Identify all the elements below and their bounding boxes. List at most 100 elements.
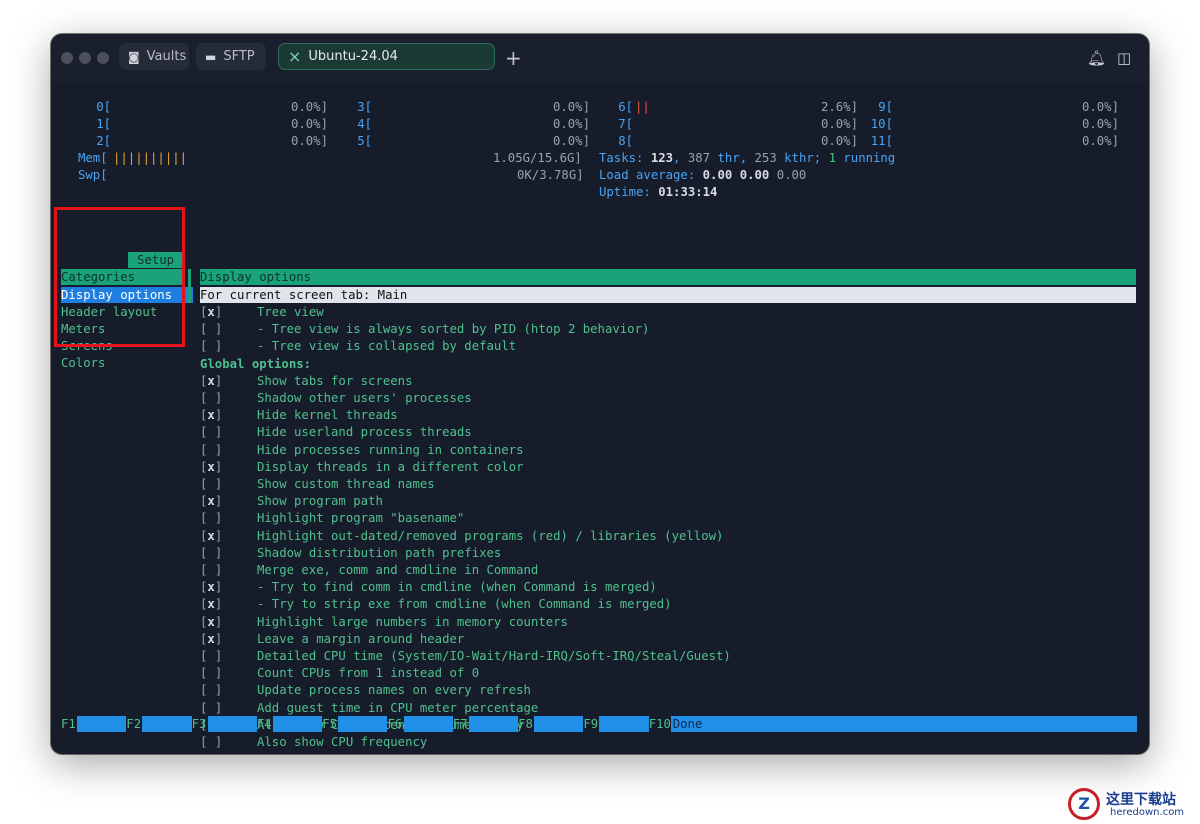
function-key-label[interactable] [534, 716, 584, 732]
option-row[interactable]: [x] Highlight large numbers in memory cou… [200, 614, 568, 631]
function-key-f10[interactable]: F10 [649, 716, 671, 732]
option-row[interactable]: [ ] Update process names on every refresh [200, 682, 531, 699]
option-row[interactable]: [ ] Also show CPU frequency [200, 734, 427, 751]
checkbox-unchecked[interactable]: [ ] [200, 649, 222, 663]
option-label: Show program path [257, 494, 383, 509]
cpu-meter-percent: 0.0%] [1081, 134, 1119, 148]
close-tab-icon[interactable]: × [288, 47, 301, 66]
checkbox-checked[interactable]: [x] [200, 597, 222, 611]
function-key-f8[interactable]: F8 [518, 716, 533, 732]
option-label: Merge exe, comm and cmdline in Command [257, 563, 539, 577]
uptime-line: Uptime: 01:33:14 [599, 184, 717, 201]
function-key-f1[interactable]: F1 [61, 716, 76, 732]
new-tab-button[interactable]: + [505, 46, 522, 70]
option-row[interactable]: [ ] Add guest time in CPU meter percentag… [200, 700, 538, 717]
checkbox-unchecked[interactable]: [ ] [200, 683, 222, 697]
option-row[interactable]: [x] - Try to strip exe from cmdline (when… [200, 596, 672, 613]
function-key-label[interactable] [599, 716, 649, 732]
function-key-label[interactable] [468, 716, 519, 732]
function-key-label[interactable] [338, 716, 388, 732]
checkbox-unchecked[interactable]: [ ] [200, 701, 222, 715]
mem-value: 1.05G/15.6G] [493, 151, 582, 165]
option-row[interactable]: [ ] - Tree view is always sorted by PID (… [200, 321, 649, 338]
checkbox-checked[interactable]: [x] [200, 374, 222, 388]
option-label: Highlight out-dated/removed programs (re… [257, 528, 724, 543]
checkbox-unchecked[interactable]: [ ] [200, 563, 222, 577]
option-label: Tree view [257, 305, 324, 319]
category-colors[interactable]: Colors [61, 355, 105, 372]
cpu-meter-label: 3[ [357, 100, 372, 114]
function-key-f2[interactable]: F2 [126, 716, 141, 732]
option-row[interactable]: [x] Tree view [200, 304, 324, 321]
checkbox-unchecked[interactable]: [ ] [200, 425, 222, 439]
checkbox-checked[interactable]: [x] [200, 615, 222, 629]
option-row[interactable]: [x] Show tabs for screens [200, 373, 412, 390]
function-key-label[interactable] [207, 716, 257, 732]
option-row[interactable]: [ ] Shadow distribution path prefixes [200, 545, 501, 562]
minimize-window-button[interactable] [79, 52, 91, 64]
option-row[interactable]: [ ] Hide processes running in containers [200, 442, 524, 459]
option-label: Update process names on every refresh [257, 683, 531, 698]
option-row[interactable]: [x] Display threads in a different color [200, 459, 524, 476]
tab-ubuntu[interactable]: × Ubuntu-24.04 [278, 43, 495, 70]
checkbox-unchecked[interactable]: [ ] [200, 546, 222, 560]
option-row[interactable]: [ ] - Tree view is collapsed by default [200, 338, 516, 355]
function-key-f6[interactable]: F6 [388, 716, 403, 732]
checkbox-checked[interactable]: [x] [200, 305, 222, 319]
option-row[interactable]: [x] Leave a margin around header [200, 631, 464, 648]
terminal-area[interactable]: 0[0.0%] 1[0.0%] 2[0.0%] 3[0.0%] 4[0.0%] 5[0.0… [51, 82, 1149, 754]
checkbox-unchecked[interactable]: [ ] [200, 391, 222, 405]
close-window-button[interactable] [61, 52, 73, 64]
tab-sftp[interactable]: ▬ SFTP [196, 43, 266, 70]
zoom-window-button[interactable] [97, 52, 109, 64]
checkbox-unchecked[interactable]: [ ] [200, 339, 222, 353]
checkbox-unchecked[interactable]: [ ] [200, 511, 222, 525]
checkbox-checked[interactable]: [x] [200, 580, 222, 594]
option-row[interactable]: [ ] Merge exe, comm and cmdline in Comman… [200, 562, 538, 579]
cpu-meter-label: 7[ [618, 117, 633, 131]
checkbox-checked[interactable]: [x] [200, 408, 222, 422]
running-count: 1 [828, 151, 836, 165]
bell-icon[interactable]: 🔔︎ [1087, 49, 1106, 67]
checkbox-unchecked[interactable]: [ ] [200, 443, 222, 457]
checkbox-checked[interactable]: [x] [200, 529, 222, 543]
checkbox-unchecked[interactable]: [ ] [200, 666, 222, 680]
checkbox-unchecked[interactable]: [ ] [200, 735, 222, 749]
option-row[interactable]: [ ] Detailed CPU time (System/IO-Wait/Har… [200, 648, 731, 665]
function-key-label[interactable] [272, 716, 323, 732]
cpu-meter-label: 8[ [618, 134, 633, 148]
done-button[interactable]: Done [670, 716, 1137, 732]
function-key-f5[interactable]: F5 [322, 716, 337, 732]
function-key-label[interactable] [403, 716, 453, 732]
function-key-f9[interactable]: F9 [583, 716, 598, 732]
option-row[interactable]: [x] - Try to find comm in cmdline (when C… [200, 579, 657, 596]
function-key-f4[interactable]: F4 [257, 716, 272, 732]
option-row[interactable]: [ ] Show custom thread names [200, 476, 435, 493]
option-row[interactable]: [x] Hide kernel threads [200, 407, 398, 424]
option-row[interactable]: [ ] Highlight program "basename" [200, 510, 464, 527]
option-row[interactable]: [ ] Hide userland process threads [200, 424, 472, 441]
checkbox-checked[interactable]: [x] [200, 632, 222, 646]
sidebar-toggle-icon[interactable]: ◫ [1117, 49, 1131, 67]
option-row[interactable]: [ ] Shadow other users' processes [200, 390, 472, 407]
checkbox-unchecked[interactable]: [ ] [200, 322, 222, 336]
cpu-meter-label: 2[ [96, 134, 111, 148]
function-key-f3[interactable]: F3 [192, 716, 207, 732]
watermark: Z 这里下载站 heredown.com [1068, 788, 1193, 820]
option-row[interactable]: [x] Highlight out-dated/removed programs … [200, 528, 723, 545]
tasks-count: 123 [650, 151, 674, 165]
cpu-meter-label: 11[ [870, 134, 893, 148]
uptime-value: 01:33:14 [658, 185, 718, 199]
checkbox-checked[interactable]: [x] [200, 460, 222, 474]
option-row[interactable]: [x] Show program path [200, 493, 383, 510]
option-row[interactable]: [ ] Count CPUs from 1 instead of 0 [200, 665, 479, 682]
checkbox-unchecked[interactable]: [ ] [200, 477, 222, 491]
tab-vaults[interactable]: ◙ Vaults [119, 43, 189, 70]
option-label: Highlight program "basename" [257, 511, 465, 526]
cpu-meter-label: 10[ [870, 117, 893, 131]
function-key-f7[interactable]: F7 [453, 716, 468, 732]
cpu-meter-percent: 0.0%] [1081, 100, 1119, 114]
checkbox-checked[interactable]: [x] [200, 494, 222, 508]
function-key-label[interactable] [142, 716, 192, 732]
function-key-label[interactable] [77, 716, 127, 732]
